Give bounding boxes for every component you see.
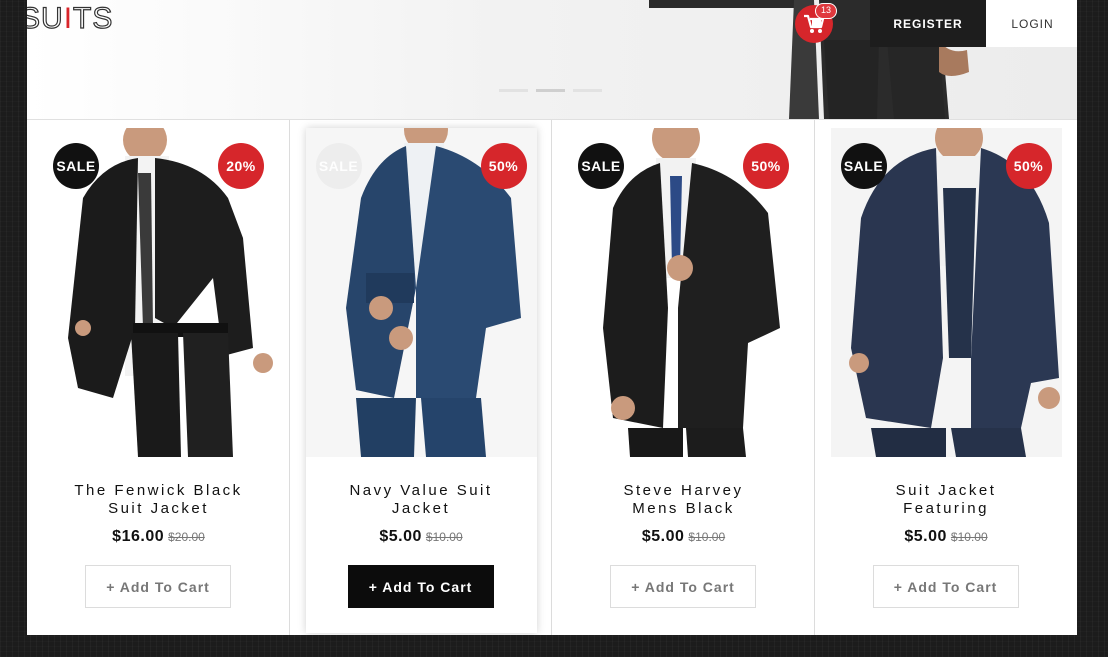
discount-badge: 20% — [218, 143, 264, 189]
product-price: $5.00 — [641, 528, 685, 545]
product-card: SALE 50% Steve Harvey Mens Black $5.00 $1… — [552, 120, 815, 635]
product-price: $16.00 — [112, 528, 165, 545]
discount-badge: 50% — [1005, 143, 1052, 189]
sale-badge: SALE — [840, 143, 887, 189]
price-row: $5.00 $10.00 — [568, 528, 799, 546]
old-price: $10.00 — [950, 530, 988, 544]
product-card: SALE 20% The Fenwick Black Suit Jacket $… — [27, 120, 290, 635]
old-price: $10.00 — [425, 530, 463, 544]
carousel-dots — [499, 89, 602, 92]
carousel-dot[interactable] — [499, 89, 528, 92]
price-row: $5.00 $10.00 — [831, 528, 1062, 546]
cart-button[interactable]: 13 — [795, 3, 837, 43]
product-title[interactable]: Steve Harvey Mens Black — [568, 482, 799, 518]
price-row: $5.00 $10.00 — [306, 528, 537, 546]
product-card: SALE 50% Suit Jacket Featuring $5.00 $10.… — [814, 120, 1077, 635]
carousel-dot-active[interactable] — [536, 89, 565, 92]
old-price: $20.00 — [168, 530, 205, 544]
add-to-cart-button[interactable]: + Add To Cart — [85, 565, 231, 608]
register-button[interactable]: REGISTER — [870, 0, 986, 47]
product-price: $5.00 — [904, 528, 947, 545]
sale-badge: SALE — [578, 143, 624, 189]
sale-badge: SALE — [315, 143, 362, 189]
product-title[interactable]: The Fenwick Black Suit Jacket — [43, 482, 274, 518]
sale-badge: SALE — [53, 143, 99, 189]
old-price: $10.00 — [688, 530, 726, 544]
product-card: SALE 50% Navy Value Suit Jacket $5.00 $10… — [289, 120, 552, 635]
site-logo[interactable]: SUITS — [27, 1, 113, 36]
product-title[interactable]: Suit Jacket Featuring — [831, 482, 1062, 518]
discount-badge: 50% — [480, 143, 527, 189]
hero-banner: SUITS 13 REGISTER LOGIN — [27, 0, 1077, 119]
cart-count-badge: 13 — [815, 3, 837, 19]
page-frame: SUITS 13 REGISTER LOGIN SALE 20% The Fen… — [27, 0, 1077, 635]
add-to-cart-button[interactable]: + Add To Cart — [347, 565, 494, 608]
add-to-cart-button[interactable]: + Add To Cart — [610, 565, 756, 608]
add-to-cart-button[interactable]: + Add To Cart — [872, 565, 1019, 608]
carousel-dot[interactable] — [573, 89, 602, 92]
product-price: $5.00 — [379, 528, 422, 545]
login-button[interactable]: LOGIN — [986, 0, 1077, 47]
product-grid: SALE 20% The Fenwick Black Suit Jacket $… — [27, 119, 1077, 635]
price-row: $16.00 $20.00 — [43, 528, 274, 546]
discount-badge: 50% — [743, 143, 789, 189]
product-title[interactable]: Navy Value Suit Jacket — [306, 482, 537, 518]
